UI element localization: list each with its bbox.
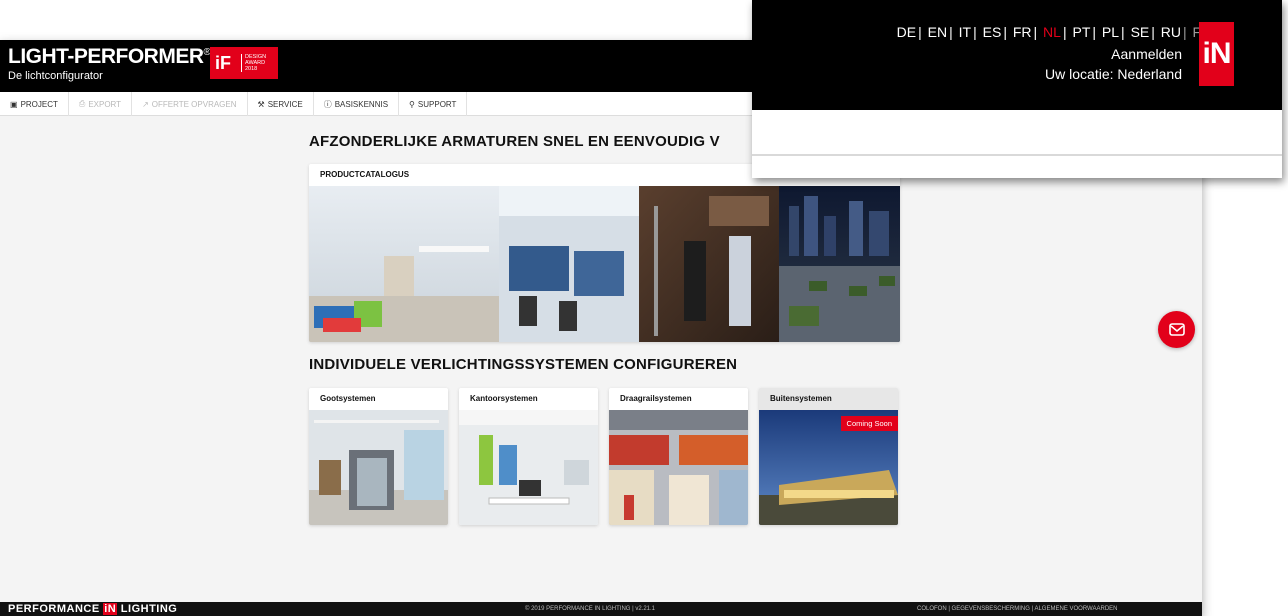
toolbar-service-button[interactable]: ⚒ SERVICE bbox=[248, 92, 314, 116]
toolbar-project-button[interactable]: ▣ PROJECT bbox=[0, 92, 69, 116]
app-subtitle: De lichtconfigurator bbox=[8, 70, 103, 82]
system-card-gootsystemen[interactable]: Gootsystemen bbox=[309, 388, 448, 525]
lang-fr[interactable]: FR bbox=[1013, 24, 1032, 40]
toolbar-export-button[interactable]: ⎙ EXPORT bbox=[69, 92, 133, 116]
save-icon: ▣ bbox=[10, 99, 18, 109]
footer-brand: PERFORMANCE iN LIGHTING bbox=[8, 603, 178, 615]
toolbar-support-button[interactable]: ⚲ SUPPORT bbox=[399, 92, 468, 116]
system-card-label: Kantoorsystemen bbox=[470, 394, 538, 403]
system-card-draagrailsystemen[interactable]: Draagrailsystemen bbox=[609, 388, 748, 525]
lang-nl[interactable]: NL bbox=[1043, 24, 1061, 40]
info-icon: ⓘ bbox=[323, 99, 332, 109]
system-card-kantoorsystemen[interactable]: Kantoorsystemen bbox=[459, 388, 598, 525]
lang-it[interactable]: IT bbox=[959, 24, 971, 40]
tools-icon: ⚒ bbox=[257, 99, 265, 109]
footer-links[interactable]: COLOFON | GEGEVENSBESCHERMING | ALGEMENE… bbox=[917, 606, 1118, 612]
mail-contact-button[interactable] bbox=[1158, 311, 1195, 348]
zoom-divider bbox=[752, 154, 1282, 156]
lang-es[interactable]: ES bbox=[983, 24, 1002, 40]
product-catalog-card[interactable]: PRODUCTCATALOGUS bbox=[309, 164, 900, 342]
kantoorsystemen-image bbox=[459, 410, 598, 525]
lang-se[interactable]: SE bbox=[1131, 24, 1150, 40]
system-card-buitensystemen: Buitensystemen Coming Soon bbox=[759, 388, 898, 525]
if-design-award-badge: iF DESIGN AWARD 2018 bbox=[210, 47, 278, 79]
heading-single-fixtures: AFZONDERLIJKE ARMATUREN SNEL EN EENVOUDI… bbox=[309, 133, 720, 150]
lang-pl[interactable]: PL bbox=[1102, 24, 1119, 40]
mail-icon bbox=[1168, 322, 1185, 336]
gootsystemen-image bbox=[309, 410, 448, 525]
lang-de[interactable]: DE bbox=[897, 24, 916, 40]
lang-pt[interactable]: PT bbox=[1072, 24, 1090, 40]
print-icon: ⎙ bbox=[78, 99, 86, 108]
catalog-card-label: PRODUCTCATALOGUS bbox=[320, 170, 410, 179]
if-logo: iF bbox=[215, 52, 231, 73]
location-selector[interactable]: Uw locatie: Nederland bbox=[1045, 66, 1182, 82]
zoom-header: DE | EN | IT | ES | FR | NL | PT | PL | SE | RU | … bbox=[752, 0, 1282, 110]
footer-copyright: © 2019 PERFORMANCE IN LIGHTING | v2.21.1 bbox=[525, 606, 656, 612]
login-link[interactable]: Aanmelden bbox=[1111, 46, 1182, 62]
system-card-label: Draagrailsystemen bbox=[620, 394, 692, 403]
system-card-label: Gootsystemen bbox=[320, 394, 376, 403]
lightbulb-icon: ⚲ bbox=[409, 99, 415, 109]
toolbar-basiskennis-button[interactable]: ⓘ BASISKENNIS bbox=[314, 92, 400, 116]
if-award-text: DESIGN AWARD 2018 bbox=[241, 54, 266, 72]
app-logo-title[interactable]: LIGHT-PERFORMER® bbox=[8, 45, 211, 69]
catalog-collage-image bbox=[309, 186, 900, 342]
heading-configure-systems: INDIVIDUELE VERLICHTINGSSYSTEMEN CONFIGU… bbox=[309, 356, 738, 373]
coming-soon-badge: Coming Soon bbox=[840, 416, 898, 431]
share-icon: ↗ bbox=[142, 99, 149, 109]
language-selector: DE | EN | IT | ES | FR | NL | PT | PL | SE | RU | … bbox=[896, 24, 1206, 40]
lang-en[interactable]: EN bbox=[928, 24, 947, 40]
in-brand-logo: iN bbox=[1199, 22, 1234, 86]
zoom-callout: DE | EN | IT | ES | FR | NL | PT | PL | SE | RU | … bbox=[752, 0, 1282, 178]
system-card-label: Buitensystemen bbox=[770, 394, 832, 403]
draagrailsystemen-image bbox=[609, 410, 748, 525]
toolbar-offerte-button[interactable]: ↗ OFFERTE OPVRAGEN bbox=[132, 92, 248, 116]
lang-ru[interactable]: RU bbox=[1161, 24, 1181, 40]
page-footer: PERFORMANCE iN LIGHTING © 2019 PERFORMAN… bbox=[0, 602, 1202, 616]
